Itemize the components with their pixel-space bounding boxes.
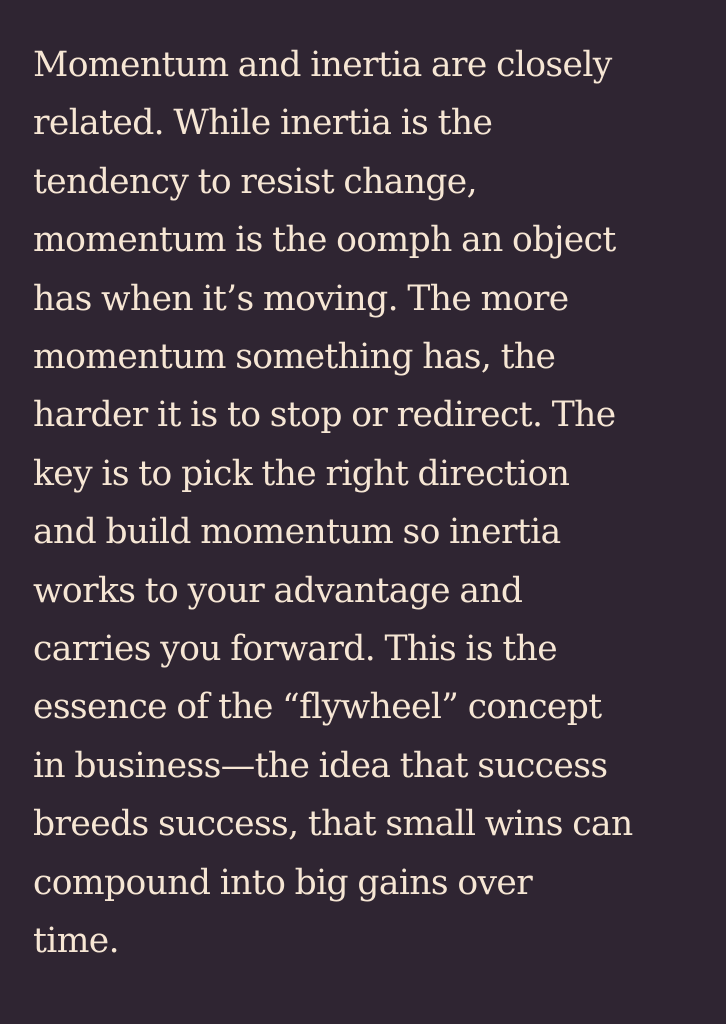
passage-paragraph: Momentum and inertia are closely related… — [33, 36, 702, 971]
passage-line: time. — [33, 921, 120, 962]
passage-line: Momentum and inertia are closely — [33, 45, 612, 85]
passage-line: and build momentum so inertia — [33, 512, 561, 553]
passage-line: tendency to resist change, — [33, 161, 478, 202]
passage-line: carries you forward. This is the — [33, 629, 558, 670]
passage-line: momentum is the oomph an object — [33, 220, 616, 261]
passage-line: breeds success, that small wins can — [33, 804, 633, 845]
page: Momentum and inertia are closely related… — [0, 0, 726, 1024]
passage-line: essence of the “flywheel” concept — [33, 687, 602, 728]
passage-line: compound into big gains over — [33, 862, 533, 903]
passage-line: works to your advantage and — [33, 570, 523, 611]
passage-line: momentum something has, the — [33, 337, 556, 378]
passage-line: harder it is to stop or redirect. The — [33, 395, 616, 436]
passage-line: related. While inertia is the — [33, 103, 493, 144]
passage-line: key is to pick the right direction — [33, 453, 570, 494]
passage-line: has when it’s moving. The more — [33, 278, 569, 319]
passage-line: in business—the idea that success — [33, 745, 608, 786]
